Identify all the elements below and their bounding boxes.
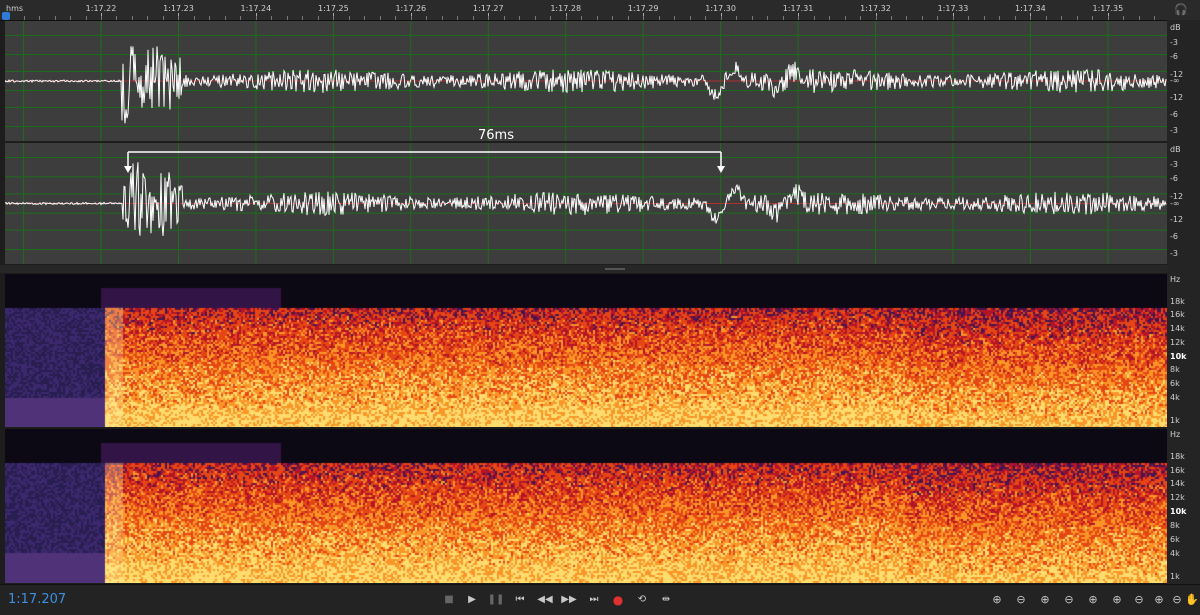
current-time-display[interactable]: 1:17.207: [8, 592, 66, 607]
amplitude-scale-label: dB: [1170, 23, 1181, 33]
record-button[interactable]: ●: [609, 591, 627, 609]
zoom-out-time-button[interactable]: ⊖: [1060, 591, 1078, 609]
zoom-in-amplitude-button[interactable]: ⊕: [988, 591, 1006, 609]
amplitude-scale-label: -∞: [1170, 198, 1180, 208]
spectrogram-channel-1-canvas: [5, 274, 1167, 427]
frequency-scale-label: 14k: [1170, 324, 1185, 334]
frequency-scale-label: 1k: [1170, 571, 1180, 581]
frequency-scale-label: 4k: [1170, 392, 1180, 402]
amplitude-scale-label: -12: [1170, 215, 1184, 225]
hand-tool-button[interactable]: ✋: [1183, 591, 1200, 609]
amplitude-scale-label: -6: [1170, 174, 1178, 184]
skip-selection-button[interactable]: ⇹: [657, 591, 675, 609]
frequency-scale-label: 4k: [1170, 548, 1180, 558]
frequency-scale-label: Hz: [1170, 430, 1181, 440]
frequency-scale-label: 10k: [1170, 507, 1187, 517]
zoom-in-right-button[interactable]: ⊕: [1108, 591, 1126, 609]
amplitude-scale-label: -6: [1170, 232, 1178, 242]
transport-bar: 1:17.207 ■ ▶ ❚❚ ⏮ ◀◀ ▶▶ ⏭ ● ⟲ ⇹ ⊕ ⊖ ⊕ ⊖ ⊕ ⊕ ⊖ ⊕ ⊖ ✋: [0, 584, 1200, 615]
stop-button[interactable]: ■: [440, 591, 458, 609]
zoom-out-amplitude-button[interactable]: ⊖: [1012, 591, 1030, 609]
loop-button[interactable]: ⟲: [633, 591, 651, 609]
spectrogram-channel-1[interactable]: [5, 274, 1167, 427]
measurement-right-arrow: [717, 166, 725, 173]
frequency-scale-label: 12k: [1170, 493, 1185, 503]
amplitude-scale-label: -3: [1170, 159, 1178, 169]
rewind-button[interactable]: ◀◀: [536, 591, 554, 609]
zoom-to-selection-button[interactable]: ⊕: [1150, 591, 1168, 609]
spectrogram-channel-2[interactable]: [5, 429, 1167, 583]
frequency-scale-label: 18k: [1170, 451, 1185, 461]
view-splitter[interactable]: [0, 265, 1167, 273]
spectrogram-channel-2-canvas: [5, 429, 1167, 583]
frequency-scale-label: 8k: [1170, 365, 1180, 375]
zoom-out-full-button[interactable]: ⊖: [1130, 591, 1148, 609]
frequency-scale-label: 14k: [1170, 479, 1185, 489]
measurement-left-arrow: [124, 166, 132, 173]
frequency-scale-label: 10k: [1170, 351, 1187, 361]
frequency-scale-label: Hz: [1170, 275, 1181, 285]
amplitude-scale-label: -3: [1170, 249, 1178, 259]
zoom-in-time-button[interactable]: ⊕: [1036, 591, 1054, 609]
amplitude-scale-label: dB: [1170, 145, 1181, 155]
amplitude-scale-label: -∞: [1170, 76, 1180, 85]
amplitude-scale-label: -3: [1170, 37, 1178, 47]
frequency-scale-label: 16k: [1170, 465, 1185, 475]
frequency-scale-label: 6k: [1170, 379, 1180, 389]
amplitude-scale-label: -6: [1170, 109, 1178, 119]
go-to-start-button[interactable]: ⏮: [511, 591, 529, 609]
frequency-scale-label: 1k: [1170, 415, 1180, 425]
measurement-annotation: [124, 151, 725, 173]
frequency-scale-label: 12k: [1170, 337, 1185, 347]
frequency-scale-label: 18k: [1170, 296, 1185, 306]
pause-button[interactable]: ❚❚: [487, 591, 505, 609]
amplitude-scale-label: -12: [1170, 92, 1184, 102]
frequency-scale-label: 6k: [1170, 534, 1180, 544]
frequency-scale-label: 16k: [1170, 310, 1185, 320]
frequency-scale-label: 8k: [1170, 521, 1180, 531]
fast-forward-button[interactable]: ▶▶: [560, 591, 578, 609]
play-button[interactable]: ▶: [463, 591, 481, 609]
splitter-grip[interactable]: [605, 268, 625, 270]
zoom-in-left-button[interactable]: ⊕: [1084, 591, 1102, 609]
amplitude-scale-label: -3: [1170, 126, 1178, 136]
amplitude-scale-label: -6: [1170, 52, 1178, 61]
go-to-end-button[interactable]: ⏭: [585, 591, 603, 609]
